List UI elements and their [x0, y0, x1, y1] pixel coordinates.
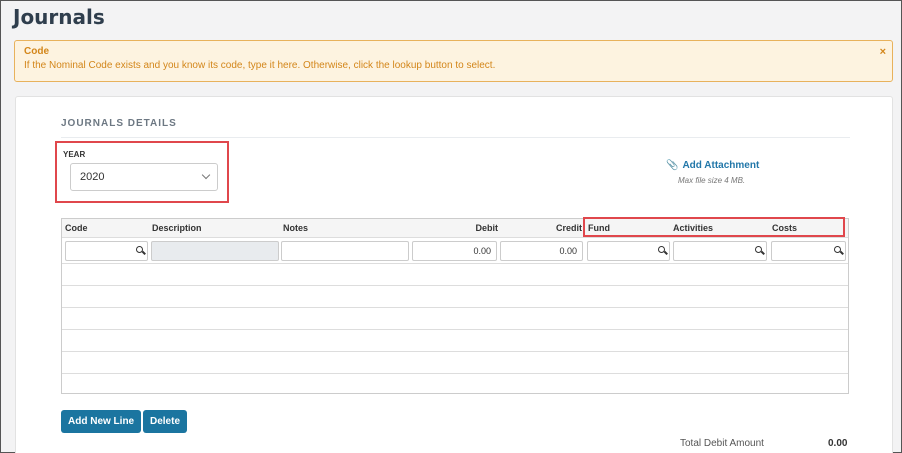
- description-input: [151, 241, 279, 261]
- column-header-description: Description: [152, 223, 202, 233]
- year-value: 2020: [80, 171, 105, 183]
- add-new-line-button[interactable]: Add New Line: [61, 410, 142, 433]
- debit-input[interactable]: 0.00: [412, 241, 497, 261]
- page-title: Journals: [13, 5, 105, 29]
- info-alert: Code If the Nominal Code exists and you …: [14, 40, 893, 82]
- add-attachment-label: Add Attachment: [682, 160, 760, 171]
- alert-title: Code: [24, 46, 49, 57]
- add-attachment-link[interactable]: 📎 Add Attachment: [666, 160, 759, 171]
- notes-input[interactable]: [281, 241, 409, 261]
- search-icon[interactable]: [755, 246, 762, 253]
- delete-button[interactable]: Delete: [143, 410, 188, 433]
- section-title: JOURNALS DETAILS: [61, 118, 177, 129]
- attachment-hint: Max file size 4 MB.: [678, 176, 746, 185]
- total-debit-label: Total Debit Amount: [680, 438, 764, 449]
- year-label: YEAR: [63, 150, 86, 159]
- column-header-notes: Notes: [283, 223, 309, 233]
- column-header-code: Code: [65, 223, 88, 233]
- code-input[interactable]: [65, 241, 148, 261]
- costs-input[interactable]: [771, 241, 846, 261]
- grid-row-divider: [62, 263, 848, 264]
- credit-input[interactable]: 0.00: [500, 241, 583, 261]
- chevron-down-icon: [201, 170, 211, 180]
- journal-lines-grid: Code Description Notes Debit Credit Fund…: [61, 218, 849, 394]
- alert-message: If the Nominal Code exists and you know …: [24, 60, 496, 71]
- year-select[interactable]: 2020: [70, 163, 218, 191]
- activities-input[interactable]: [673, 241, 767, 261]
- section-divider: [61, 137, 850, 138]
- fund-input[interactable]: [587, 241, 670, 261]
- column-header-credit: Credit: [555, 223, 582, 233]
- grid-row-divider: [62, 307, 848, 308]
- year-highlight: YEAR 2020: [55, 141, 229, 203]
- grid-row-divider: [62, 373, 848, 374]
- search-icon[interactable]: [834, 246, 841, 253]
- paperclip-icon: 📎: [666, 160, 679, 171]
- fund-activities-costs-highlight: [583, 217, 845, 237]
- total-debit-value: 0.00: [828, 438, 848, 449]
- grid-row-divider: [62, 329, 848, 330]
- journal-details-panel: JOURNALS DETAILS YEAR 2020 📎 Add Attachme…: [15, 96, 893, 453]
- grid-row-divider: [62, 351, 848, 352]
- search-icon[interactable]: [136, 246, 143, 253]
- grid-row-divider: [62, 285, 848, 286]
- search-icon[interactable]: [658, 246, 665, 253]
- close-icon[interactable]: ×: [880, 46, 886, 58]
- column-header-debit: Debit: [475, 223, 499, 233]
